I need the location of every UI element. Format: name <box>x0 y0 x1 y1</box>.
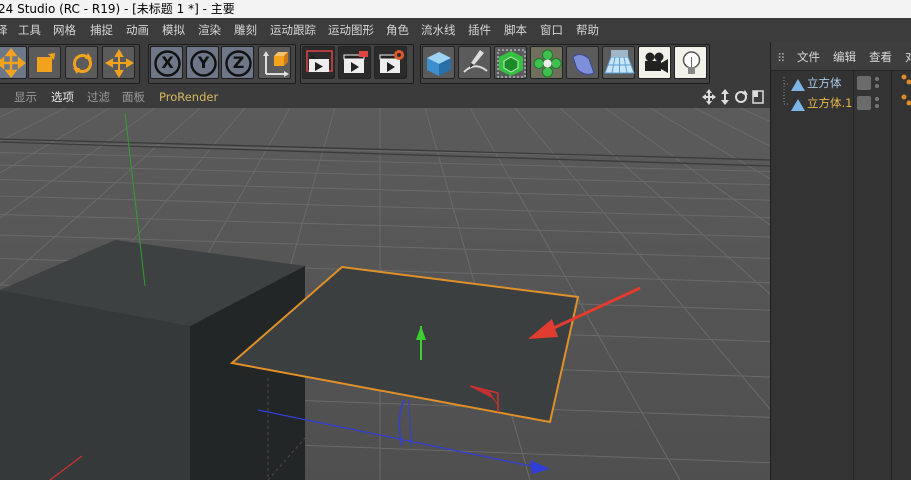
light-icon <box>682 51 701 74</box>
menu-item-simulate[interactable]: 模拟 <box>162 18 185 42</box>
pen-spline-button[interactable] <box>458 46 491 79</box>
viewport-menu-options[interactable]: 选项 <box>51 86 74 108</box>
subdivision-button[interactable] <box>494 46 527 79</box>
viewport-navigation-controls <box>702 89 764 105</box>
om-menu-file[interactable]: 文件 <box>797 42 820 72</box>
render-settings-button[interactable] <box>374 46 407 79</box>
cube-icon <box>427 52 451 76</box>
om-column-divider <box>891 70 892 480</box>
z-axis-button[interactable]: Z <box>221 46 254 79</box>
floor-icon <box>604 50 635 74</box>
render-picture-icon <box>343 51 368 73</box>
menu-item-motion-tracker[interactable]: 运动跟踪 <box>270 18 316 42</box>
y-axis-label: Y <box>197 53 210 72</box>
deformer-icon <box>572 53 595 75</box>
main-menu-bar: 译 工具 网格 捕捉 动画 模拟 渲染 雕刻 运动跟踪 运动图形 角色 流水线 … <box>0 18 911 42</box>
menu-item-sculpt[interactable]: 雕刻 <box>234 18 257 42</box>
menu-item-character[interactable]: 角色 <box>386 18 409 42</box>
editor-visibility-dot[interactable] <box>875 97 879 101</box>
move-icon <box>105 49 134 78</box>
hierarchy-lines <box>783 77 789 105</box>
viewport-menu-prorender[interactable]: ProRender <box>159 86 218 108</box>
window-title: 24 Studio (RC - R19) - [未标题 1 *] - 主要 <box>0 2 235 16</box>
object-manager-panel: ⠿ 文件 编辑 查看 对 立方体 立方体.1 <box>770 42 911 480</box>
maximize-icon <box>752 90 764 104</box>
render-picture-button[interactable] <box>338 46 371 79</box>
camera-button[interactable] <box>638 46 671 79</box>
om-column-divider <box>853 70 854 480</box>
x-axis-button[interactable]: X <box>150 46 183 79</box>
move-tool-button[interactable] <box>0 46 27 79</box>
viewport-menu-filter[interactable]: 过滤 <box>87 86 110 108</box>
menu-item-plugins[interactable]: 插件 <box>468 18 491 42</box>
tag-column-icons <box>901 74 911 106</box>
last-tool-button[interactable] <box>102 46 135 79</box>
panel-grip-icon: ⠿ <box>777 51 786 65</box>
3d-viewport[interactable] <box>0 108 770 480</box>
object-row-cube-1[interactable]: 立方体.1 <box>779 93 903 113</box>
viewport-scene <box>0 108 770 480</box>
visibility-toggle[interactable] <box>857 96 871 110</box>
deformer-button[interactable] <box>566 46 599 79</box>
pen-spline-icon <box>463 50 488 73</box>
x-axis-label: X <box>161 53 174 72</box>
visibility-toggle[interactable] <box>857 76 871 90</box>
render-settings-icon <box>379 50 404 73</box>
render-visibility-dot[interactable] <box>875 104 879 108</box>
menu-item-snap[interactable]: 捕捉 <box>90 18 113 42</box>
y-axis-button[interactable]: Y <box>186 46 219 79</box>
pan-icon <box>702 89 716 105</box>
object-manager-header: ⠿ 文件 编辑 查看 对 <box>771 42 911 71</box>
viewport-menu-panel[interactable]: 面板 <box>122 86 145 108</box>
cube-object-icon <box>791 97 805 117</box>
menu-item-animate[interactable]: 动画 <box>126 18 149 42</box>
light-button[interactable] <box>674 46 707 79</box>
viewport-menu-bar: | 显示 选项 过滤 面板 ProRender <box>0 86 770 108</box>
cloner-button[interactable] <box>530 46 563 79</box>
om-menu-view[interactable]: 查看 <box>869 42 892 72</box>
render-view-icon <box>306 50 333 72</box>
move-icon <box>0 48 26 78</box>
rotate-icon <box>73 53 92 74</box>
orbit-icon <box>735 90 748 103</box>
om-menu-object[interactable]: 对 <box>905 42 911 72</box>
menu-item-mesh[interactable]: 网格 <box>53 18 76 42</box>
menu-item[interactable]: 译 <box>0 18 8 42</box>
editor-visibility-dot[interactable] <box>875 77 879 81</box>
scale-tool-button[interactable] <box>28 46 61 79</box>
coordinate-system-button[interactable] <box>258 46 291 79</box>
world-coordinate-icon <box>263 51 289 77</box>
zoom-icon <box>721 89 729 105</box>
menu-item-help[interactable]: 帮助 <box>576 18 599 42</box>
object-row-cube[interactable]: 立方体 <box>779 73 903 93</box>
om-menu-edit[interactable]: 编辑 <box>833 42 856 72</box>
menu-item-tools[interactable]: 工具 <box>18 18 41 42</box>
subdivision-icon <box>497 49 526 78</box>
menu-item-render[interactable]: 渲染 <box>198 18 221 42</box>
object-name: 立方体 <box>807 76 842 90</box>
cloner-icon <box>533 49 562 78</box>
window-title-bar: 24 Studio (RC - R19) - [未标题 1 *] - 主要 <box>0 0 911 18</box>
z-axis-label: Z <box>232 53 245 72</box>
object-name: 立方体.1 <box>807 96 853 110</box>
menu-item-pipeline[interactable]: 流水线 <box>421 18 456 42</box>
main-toolbar: X Y Z <box>0 42 770 86</box>
rotate-tool-button[interactable] <box>65 46 98 79</box>
menu-item-script[interactable]: 脚本 <box>504 18 527 42</box>
camera-icon <box>645 52 668 73</box>
menu-item-window[interactable]: 窗口 <box>540 18 563 42</box>
viewport-menu-display[interactable]: 显示 <box>14 86 37 108</box>
render-view-button[interactable] <box>302 46 335 79</box>
menu-item-mograph[interactable]: 运动图形 <box>328 18 374 42</box>
floor-button[interactable] <box>602 46 635 79</box>
scale-icon <box>37 53 55 72</box>
render-visibility-dot[interactable] <box>875 84 879 88</box>
cube-object-button[interactable] <box>422 46 455 79</box>
